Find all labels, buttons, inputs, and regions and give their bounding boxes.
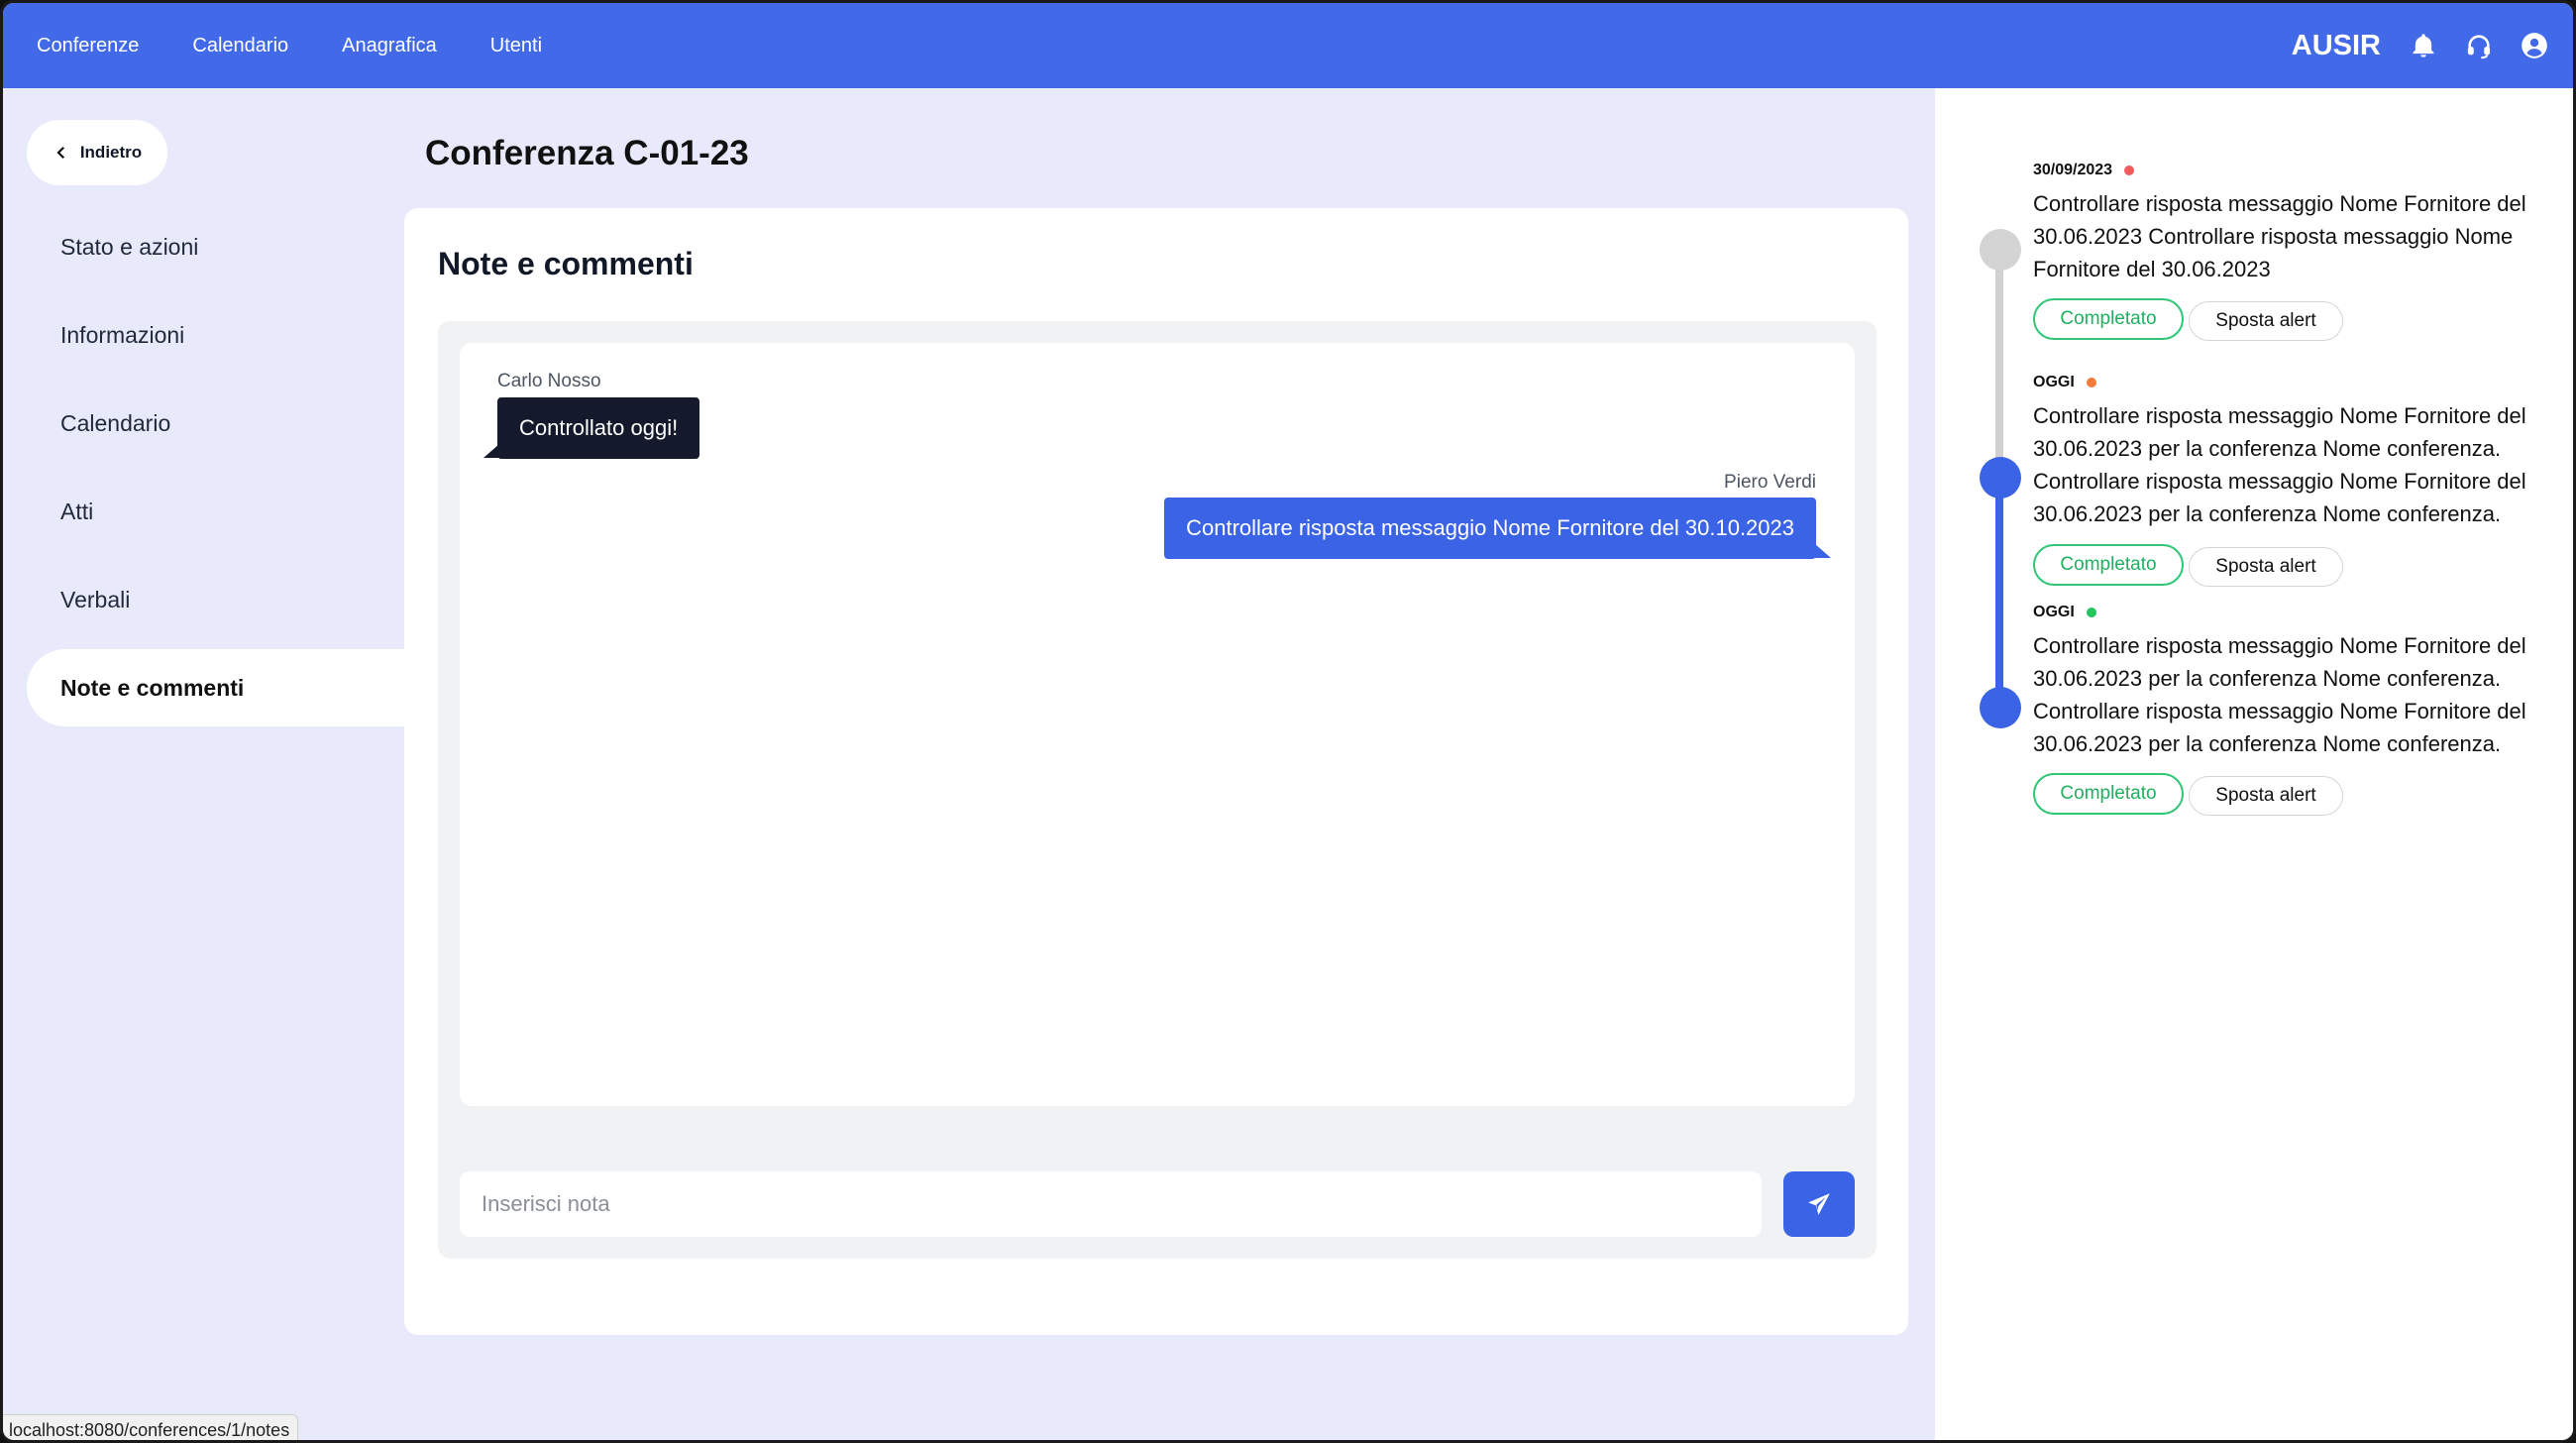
- nav-link-utenti[interactable]: Utenti: [490, 35, 542, 57]
- alert-date-text: OGGI: [2033, 374, 2075, 390]
- notes-panel: Note e commenti Carlo Nosso Controllato …: [404, 208, 1908, 1335]
- send-button[interactable]: [1783, 1171, 1855, 1237]
- chevron-left-icon: [56, 146, 64, 160]
- app-window: Conferenze Calendario Anagrafica Utenti …: [0, 0, 2576, 1443]
- alerts-timeline: 30/09/2023 Controllare risposta messaggi…: [1935, 88, 2573, 1440]
- sidebar-item-atti[interactable]: Atti: [27, 473, 404, 550]
- sidebar-item-label: Calendario: [60, 409, 171, 436]
- bubble-tail: [1815, 544, 1831, 558]
- message-bubble: Controllare risposta messaggio Nome Forn…: [1164, 498, 1816, 559]
- alert-date-text: 30/09/2023: [2033, 162, 2113, 178]
- timeline-dot: [1980, 229, 2021, 271]
- sidebar-item-label: Informazioni: [60, 321, 185, 348]
- sidebar: Indietro Stato e azioni Informazioni Cal…: [3, 88, 404, 1440]
- status-bar-url: localhost:8080/conferences/1/notes: [3, 1414, 299, 1440]
- top-navbar: Conferenze Calendario Anagrafica Utenti …: [3, 3, 2573, 88]
- sidebar-item-stato-azioni[interactable]: Stato e azioni: [27, 208, 404, 285]
- brand-logo: AUSIR: [2291, 29, 2381, 61]
- timeline-line-active: [1995, 480, 2003, 710]
- status-dot: [2086, 378, 2096, 388]
- message-author: Carlo Nosso: [497, 371, 601, 391]
- alert-date-text: OGGI: [2033, 604, 2075, 620]
- message-author: Piero Verdi: [1724, 472, 1816, 493]
- alert-text: Controllare risposta messaggio Nome Forn…: [2033, 403, 2526, 526]
- complete-button[interactable]: Completato: [2033, 544, 2184, 586]
- complete-button[interactable]: Completato: [2033, 773, 2184, 815]
- move-alert-button[interactable]: Sposta alert: [2189, 301, 2343, 341]
- alert-date: 30/09/2023: [2033, 162, 2135, 179]
- alert-date: OGGI: [2033, 604, 2096, 621]
- note-input[interactable]: [460, 1171, 1762, 1237]
- alert-text: Controllare risposta messaggio Nome Forn…: [2033, 191, 2526, 281]
- page-title: Conferenza C-01-23: [425, 134, 749, 172]
- move-alert-button[interactable]: Sposta alert: [2189, 776, 2343, 816]
- messages-list[interactable]: Carlo Nosso Controllato oggi! Piero Verd…: [460, 343, 1855, 1106]
- sidebar-item-label: Note e commenti: [60, 674, 245, 701]
- chat-box: Carlo Nosso Controllato oggi! Piero Verd…: [438, 321, 1877, 1259]
- timeline-dot: [1980, 687, 2021, 728]
- user-icon[interactable]: [2518, 29, 2551, 62]
- sidebar-item-note-commenti[interactable]: Note e commenti: [27, 649, 404, 726]
- send-icon: [1808, 1193, 1830, 1215]
- status-dot: [2124, 166, 2135, 175]
- sidebar-item-verbali[interactable]: Verbali: [27, 561, 404, 638]
- timeline-dot: [1980, 457, 2021, 499]
- navbar-right: AUSIR: [2292, 3, 2573, 88]
- headset-icon[interactable]: [2462, 29, 2496, 62]
- nav-link-calendario[interactable]: Calendario: [192, 35, 288, 57]
- status-dot: [2086, 608, 2096, 617]
- nav-link-conferenze[interactable]: Conferenze: [37, 35, 139, 57]
- sidebar-item-informazioni[interactable]: Informazioni: [27, 296, 404, 374]
- sidebar-item-label: Verbali: [60, 586, 131, 612]
- sidebar-item-calendario[interactable]: Calendario: [27, 385, 404, 462]
- sidebar-item-label: Stato e azioni: [60, 233, 199, 260]
- move-alert-button[interactable]: Sposta alert: [2189, 547, 2343, 587]
- back-button[interactable]: Indietro: [27, 120, 167, 185]
- message-bubble: Controllato oggi!: [497, 397, 700, 459]
- complete-button[interactable]: Completato: [2033, 298, 2184, 340]
- alert-text: Controllare risposta messaggio Nome Forn…: [2033, 633, 2526, 756]
- alert-date: OGGI: [2033, 374, 2096, 391]
- sidebar-item-label: Atti: [60, 498, 94, 524]
- back-button-label: Indietro: [79, 143, 143, 162]
- bell-icon[interactable]: [2407, 29, 2440, 62]
- nav-link-anagrafica[interactable]: Anagrafica: [342, 35, 437, 57]
- panel-title: Note e commenti: [438, 246, 694, 281]
